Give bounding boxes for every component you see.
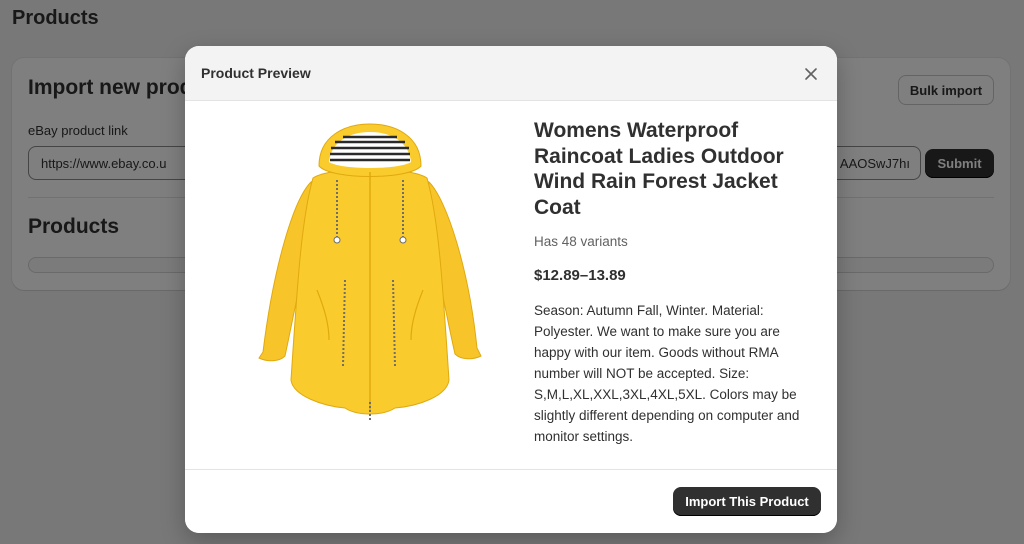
import-product-button[interactable]: Import This Product xyxy=(673,487,821,516)
modal-footer: Import This Product xyxy=(185,469,837,533)
product-image xyxy=(258,123,482,422)
product-preview-modal: Product Preview Womens Waterproof Rainco… xyxy=(185,46,837,533)
product-description: Season: Autumn Fall, Winter. Material: P… xyxy=(534,303,800,444)
close-icon xyxy=(805,68,817,80)
product-price: $12.89–13.89 xyxy=(534,267,626,284)
variants-count: Has 48 variants xyxy=(534,234,628,249)
modal-title: Product Preview xyxy=(201,65,311,81)
modal-header: Product Preview xyxy=(185,46,837,101)
product-title: Womens Waterproof Raincoat Ladies Outdoo… xyxy=(534,119,784,219)
close-button[interactable] xyxy=(799,62,823,86)
